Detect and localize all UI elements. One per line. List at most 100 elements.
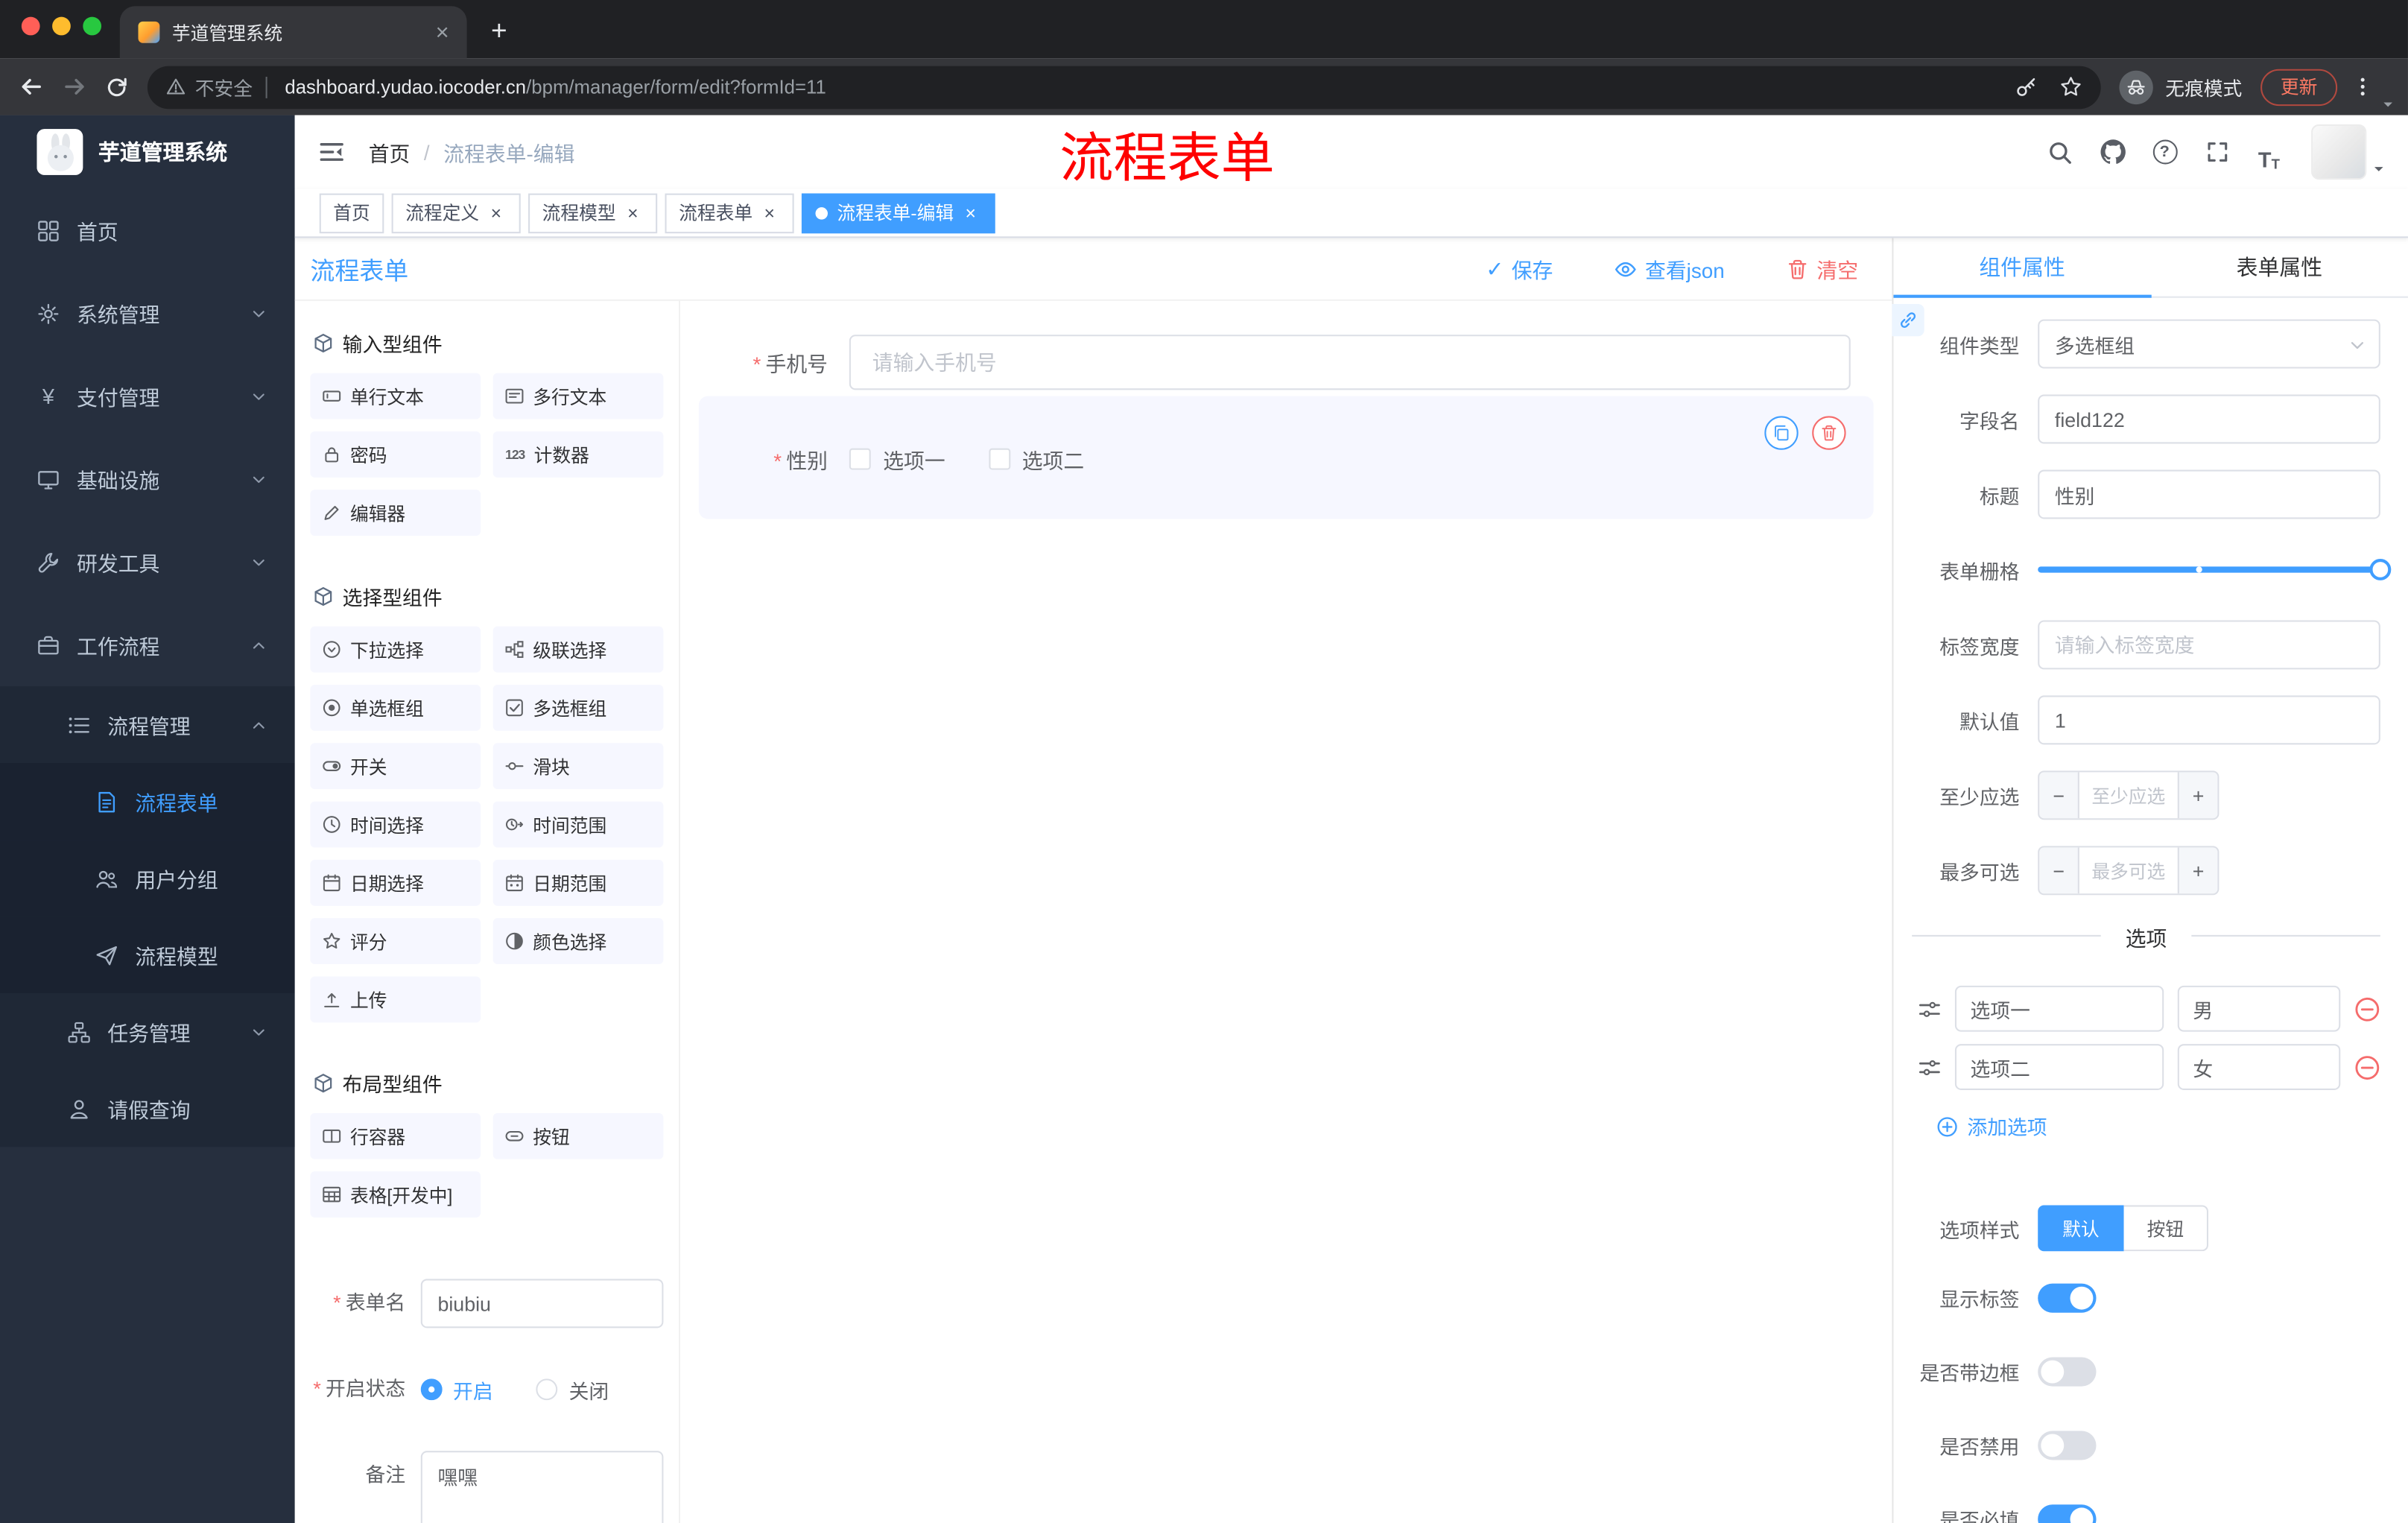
palette-item-date-picker[interactable]: 日期选择 bbox=[310, 859, 481, 906]
remove-option-icon[interactable] bbox=[2354, 995, 2380, 1022]
avatar-caret-icon[interactable] bbox=[2371, 161, 2386, 177]
sidebar-item-task-management[interactable]: 任务管理 bbox=[0, 993, 295, 1071]
stepper-increase-button[interactable]: + bbox=[2177, 772, 2218, 819]
sidebar-item-process-management[interactable]: 流程管理 bbox=[0, 686, 295, 764]
component-type-select[interactable]: 多选框组 bbox=[2038, 319, 2380, 369]
status-on-radio[interactable]: 开启 bbox=[420, 1365, 493, 1414]
field-name-input[interactable] bbox=[2038, 394, 2380, 444]
sidebar-item-process-form[interactable]: 流程表单 bbox=[0, 763, 295, 840]
sidebar-item-system-management[interactable]: 系统管理 bbox=[0, 272, 295, 355]
search-icon[interactable] bbox=[2041, 133, 2079, 171]
sidebar-logo[interactable]: 芋道管理系统 bbox=[0, 115, 295, 189]
palette-item-textarea[interactable]: 多行文本 bbox=[492, 373, 664, 419]
palette-item-date-range[interactable]: 日期范围 bbox=[492, 859, 664, 906]
tag-process-form[interactable]: 流程表单 × bbox=[665, 192, 794, 233]
tag-process-model[interactable]: 流程模型 × bbox=[528, 192, 658, 233]
palette-item-password[interactable]: 密码 bbox=[310, 431, 481, 478]
tag-close-icon[interactable]: × bbox=[622, 202, 644, 224]
stepper-decrease-button[interactable]: − bbox=[2039, 847, 2079, 894]
option1-label-input[interactable] bbox=[1954, 985, 2164, 1032]
key-icon[interactable] bbox=[2015, 75, 2038, 98]
palette-item-cascader[interactable]: 级联选择 bbox=[492, 626, 664, 673]
palette-item-time-picker[interactable]: 时间选择 bbox=[310, 801, 481, 848]
tab-form-props[interactable]: 表单属性 bbox=[2151, 238, 2408, 296]
palette-item-table[interactable]: 表格[开发中] bbox=[310, 1171, 481, 1218]
sidebar-item-infrastructure[interactable]: 基础设施 bbox=[0, 437, 295, 520]
palette-item-checkbox-group[interactable]: 多选框组 bbox=[492, 684, 664, 731]
tag-process-form-edit[interactable]: 流程表单-编辑 × bbox=[802, 192, 995, 233]
drag-handle-icon[interactable] bbox=[1918, 1056, 1941, 1079]
grid-slider[interactable] bbox=[2038, 559, 2392, 580]
sidebar-item-leave-query[interactable]: 请假查询 bbox=[0, 1070, 295, 1147]
phone-input[interactable] bbox=[849, 335, 1851, 390]
browser-tab[interactable]: 芋道管理系统 × bbox=[119, 6, 467, 59]
form-name-input[interactable] bbox=[420, 1279, 664, 1329]
bookmark-star-icon[interactable] bbox=[2059, 75, 2082, 98]
tag-process-definition[interactable]: 流程定义 × bbox=[391, 192, 521, 233]
palette-item-row-container[interactable]: 行容器 bbox=[310, 1112, 481, 1159]
tag-close-icon[interactable]: × bbox=[758, 202, 780, 224]
back-button[interactable] bbox=[9, 66, 52, 109]
style-button-button[interactable]: 按钮 bbox=[2123, 1205, 2209, 1252]
palette-item-upload[interactable]: 上传 bbox=[310, 976, 481, 1023]
palette-item-counter[interactable]: 123 计数器 bbox=[492, 431, 664, 478]
selected-component-gender[interactable]: 性别 选项一 选项二 bbox=[698, 396, 1874, 519]
browser-menu-button[interactable] bbox=[2343, 69, 2380, 105]
title-input[interactable] bbox=[2038, 469, 2380, 519]
breadcrumb-home[interactable]: 首页 bbox=[369, 136, 411, 167]
palette-item-select[interactable]: 下拉选择 bbox=[310, 626, 481, 673]
tab-close-icon[interactable]: × bbox=[430, 19, 454, 45]
palette-item-button[interactable]: 按钮 bbox=[492, 1112, 664, 1159]
user-avatar[interactable] bbox=[2311, 124, 2367, 180]
copy-component-button[interactable] bbox=[1764, 416, 1799, 450]
required-switch[interactable] bbox=[2038, 1504, 2097, 1523]
github-icon[interactable] bbox=[2093, 133, 2132, 171]
browser-update-button[interactable]: 更新 bbox=[2260, 68, 2338, 106]
slider-handle[interactable] bbox=[2369, 559, 2392, 580]
remark-textarea[interactable]: 嘿嘿 bbox=[420, 1451, 664, 1523]
fullscreen-icon[interactable] bbox=[2198, 133, 2237, 171]
help-icon[interactable]: ? bbox=[2145, 133, 2184, 171]
option2-value-input[interactable] bbox=[2177, 1044, 2341, 1090]
sidebar-item-workflow[interactable]: 工作流程 bbox=[0, 604, 295, 686]
window-zoom-button[interactable] bbox=[83, 16, 102, 36]
show-label-switch[interactable] bbox=[2038, 1283, 2097, 1313]
palette-item-editor[interactable]: 编辑器 bbox=[310, 490, 481, 536]
new-tab-button[interactable]: + bbox=[479, 10, 519, 51]
clear-button[interactable]: 清空 bbox=[1786, 253, 1858, 284]
drag-handle-icon[interactable] bbox=[1918, 997, 1941, 1020]
forward-button[interactable] bbox=[52, 66, 95, 109]
style-default-button[interactable]: 默认 bbox=[2038, 1205, 2124, 1252]
toolbar-caret-icon[interactable] bbox=[2380, 97, 2396, 115]
default-value-input[interactable] bbox=[2038, 695, 2380, 745]
font-size-icon[interactable]: TT bbox=[2250, 133, 2289, 171]
sidebar-item-process-model[interactable]: 流程模型 bbox=[0, 916, 295, 994]
tab-component-props[interactable]: 组件属性 bbox=[1893, 238, 2150, 296]
phone-form-item[interactable]: 手机号 bbox=[699, 335, 1874, 390]
tag-home[interactable]: 首页 bbox=[319, 192, 384, 233]
link-icon[interactable] bbox=[1892, 303, 1924, 337]
view-json-button[interactable]: 查看json bbox=[1615, 253, 1725, 284]
remove-option-icon[interactable] bbox=[2354, 1054, 2380, 1080]
border-switch[interactable] bbox=[2038, 1357, 2097, 1387]
palette-item-single-line-text[interactable]: 单行文本 bbox=[310, 373, 481, 419]
sidebar-item-payment-management[interactable]: ¥ 支付管理 bbox=[0, 355, 295, 437]
status-off-radio[interactable]: 关闭 bbox=[536, 1365, 609, 1414]
max-select-value[interactable]: 最多可选 bbox=[2079, 847, 2178, 893]
reload-button[interactable] bbox=[95, 66, 139, 109]
sidebar-item-dev-tools[interactable]: 研发工具 bbox=[0, 521, 295, 604]
palette-item-radio-group[interactable]: 单选框组 bbox=[310, 684, 481, 731]
window-close-button[interactable] bbox=[21, 16, 40, 36]
palette-item-color-picker[interactable]: 颜色选择 bbox=[492, 918, 664, 964]
sidebar-item-user-group[interactable]: 用户分组 bbox=[0, 840, 295, 917]
gender-option2-checkbox[interactable]: 选项二 bbox=[988, 443, 1084, 474]
label-width-input[interactable] bbox=[2038, 620, 2380, 670]
palette-item-time-range[interactable]: 时间范围 bbox=[492, 801, 664, 848]
stepper-increase-button[interactable]: + bbox=[2177, 847, 2218, 894]
window-minimize-button[interactable] bbox=[52, 16, 71, 36]
tag-close-icon[interactable]: × bbox=[960, 202, 981, 224]
palette-item-slider[interactable]: 滑块 bbox=[492, 743, 664, 790]
palette-item-switch[interactable]: 开关 bbox=[310, 743, 481, 790]
gender-option1-checkbox[interactable]: 选项一 bbox=[849, 443, 945, 474]
hamburger-icon[interactable] bbox=[295, 115, 369, 189]
